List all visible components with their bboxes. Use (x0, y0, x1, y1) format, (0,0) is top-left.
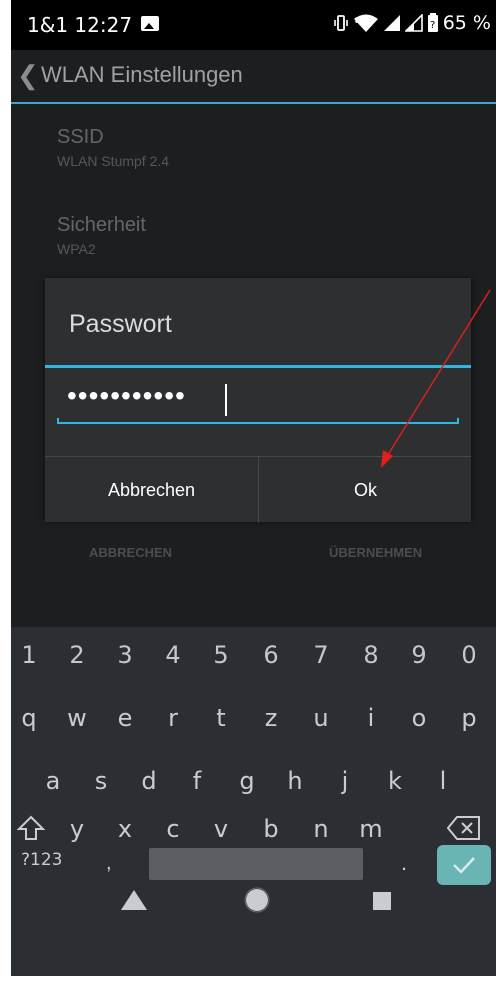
battery-icon: ? (427, 13, 438, 32)
key[interactable]: q (11, 696, 49, 740)
period-key[interactable]: . (401, 850, 407, 876)
image-notification-icon (141, 16, 159, 31)
battery-percent: 65 % (442, 12, 491, 34)
key[interactable]: n (301, 807, 341, 851)
key[interactable]: 8 (351, 633, 391, 677)
key[interactable]: 4 (153, 633, 193, 677)
setting-label: Sicherheit (57, 214, 146, 236)
comma-key[interactable]: , (106, 852, 112, 875)
password-masked-value: ••••••••••• (67, 380, 186, 411)
app-bar: ❮ WLAN Einstellungen (11, 50, 496, 104)
background-actions: ABBRECHEN ÜBERNEHMEN (11, 545, 496, 567)
key[interactable]: g (227, 759, 267, 803)
key[interactable]: d (129, 759, 169, 803)
vibrate-icon (333, 15, 348, 31)
dialog-title-divider (45, 365, 471, 368)
key[interactable]: f (177, 759, 217, 803)
setting-value: WLAN Stumpf 2.4 (57, 153, 170, 169)
password-dialog: Passwort ••••••••••• Abbrechen Ok (45, 278, 471, 523)
home-circle-icon[interactable] (243, 886, 271, 914)
key[interactable]: h (275, 759, 315, 803)
input-underline (57, 422, 459, 424)
key[interactable]: 2 (57, 633, 97, 677)
signal-icon (383, 15, 400, 31)
key[interactable]: b (251, 807, 291, 851)
status-bar: 1&1 12:27 ↕ ? 65 % (11, 0, 496, 50)
input-underline-tick (57, 418, 59, 424)
key[interactable]: o (399, 696, 439, 740)
key[interactable]: a (33, 759, 73, 803)
key[interactable]: j (325, 759, 365, 803)
setting-security[interactable]: Sicherheit WPA2 (57, 214, 146, 257)
symbols-key[interactable]: ?123 (21, 850, 62, 870)
key[interactable]: s (81, 759, 121, 803)
background-apply-button[interactable]: ÜBERNEHMEN (329, 545, 422, 560)
recents-square-icon[interactable] (371, 890, 393, 912)
dialog-title: Passwort (69, 310, 172, 338)
key[interactable]: i (351, 696, 391, 740)
key[interactable]: z (251, 696, 291, 740)
key[interactable]: e (105, 696, 145, 740)
page-title: WLAN Einstellungen (41, 62, 243, 87)
input-underline-tick (457, 418, 459, 424)
spacebar[interactable] (149, 848, 363, 880)
back-chevron-icon[interactable]: ❮ (17, 60, 39, 91)
key[interactable]: l (423, 759, 463, 803)
key[interactable]: t (201, 696, 241, 740)
backspace-icon[interactable] (447, 815, 481, 841)
navigation-bar (11, 886, 496, 976)
key[interactable]: p (449, 696, 489, 740)
shift-icon[interactable] (16, 813, 46, 843)
phone-screen: 1&1 12:27 ↕ ? 65 % ❮ WLAN Einstellungen … (11, 0, 496, 976)
key[interactable]: 3 (105, 633, 145, 677)
svg-text:?: ? (430, 20, 435, 31)
key[interactable]: 1 (11, 633, 49, 677)
key[interactable]: 0 (449, 633, 489, 677)
back-triangle-icon[interactable] (119, 888, 149, 912)
key[interactable]: y (57, 807, 97, 851)
key[interactable]: w (57, 696, 97, 740)
carrier-time: 1&1 12:27 (27, 13, 133, 37)
key[interactable]: 7 (301, 633, 341, 677)
text-cursor (225, 384, 227, 416)
key[interactable]: r (153, 696, 193, 740)
key[interactable]: 5 (201, 633, 241, 677)
cancel-button[interactable]: Abbrechen (45, 457, 258, 523)
password-input[interactable]: ••••••••••• (57, 378, 459, 424)
enter-key[interactable] (437, 845, 491, 885)
setting-label: SSID (57, 126, 104, 148)
key[interactable]: u (301, 696, 341, 740)
svg-text:↕: ↕ (353, 16, 360, 25)
ok-button[interactable]: Ok (258, 457, 472, 523)
dialog-buttons: Abbrechen Ok (45, 456, 471, 523)
key[interactable]: 6 (251, 633, 291, 677)
key[interactable]: 9 (399, 633, 439, 677)
signal-icon-2 (404, 14, 423, 32)
setting-value: WPA2 (57, 241, 96, 257)
key[interactable]: x (105, 807, 145, 851)
key[interactable]: m (351, 807, 391, 851)
key[interactable]: c (153, 807, 193, 851)
checkmark-icon (453, 857, 475, 874)
background-cancel-button[interactable]: ABBRECHEN (89, 545, 172, 560)
key[interactable]: k (375, 759, 415, 803)
setting-ssid[interactable]: SSID WLAN Stumpf 2.4 (57, 126, 169, 169)
wifi-icon: ↕ (353, 14, 378, 32)
key[interactable]: v (201, 807, 241, 851)
status-icons: ↕ ? 65 % (333, 12, 491, 34)
